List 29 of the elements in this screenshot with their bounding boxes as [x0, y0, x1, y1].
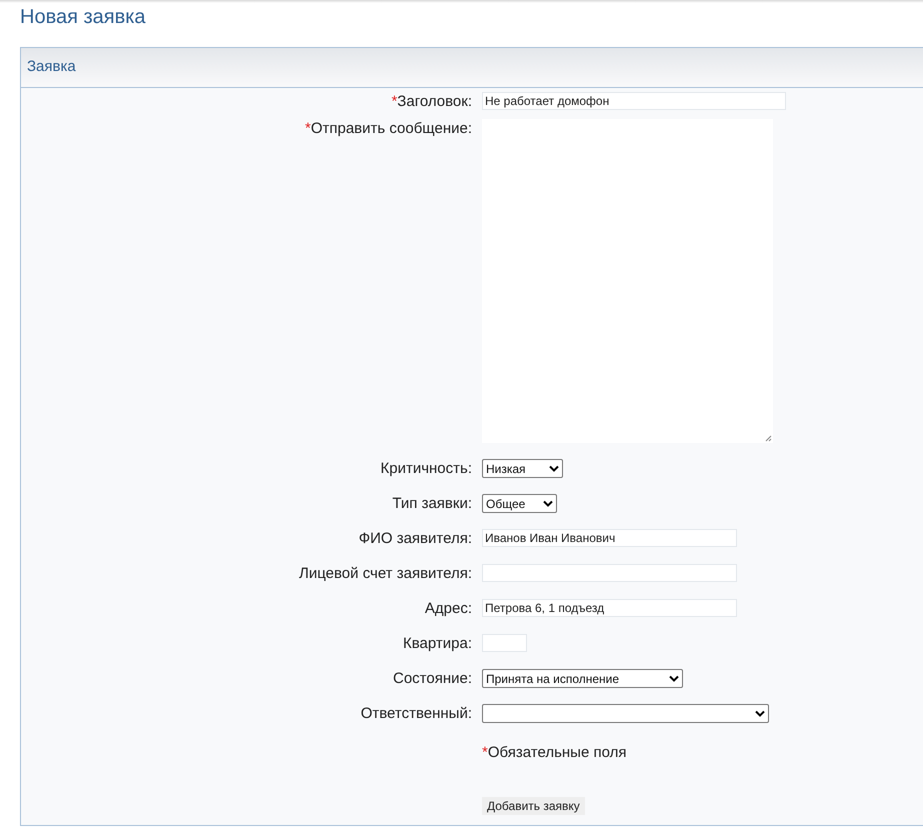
field-label: *Отправить сообщение: — [304, 120, 472, 138]
panel-title: Заявка — [27, 57, 76, 78]
text-field[interactable] — [482, 564, 737, 582]
resize-grip-icon — [765, 435, 772, 442]
text-field[interactable]: Петрова 6, 1 подъезд — [482, 599, 737, 617]
field-label: Ответственный: — [360, 705, 472, 723]
field-label: Лицевой счет заявителя: — [299, 565, 472, 583]
field-label: ФИО заявителя: — [358, 530, 472, 548]
field-label: *Заголовок: — [391, 93, 472, 111]
text-field[interactable] — [482, 634, 527, 652]
dropdown-select[interactable]: Принята на исполнение — [482, 669, 683, 688]
required-note: *Обязательные поля — [482, 744, 626, 761]
chevron-down-icon — [549, 465, 559, 472]
dropdown-select[interactable] — [482, 704, 769, 723]
page-title: Новая заявка — [20, 5, 146, 30]
dropdown-select[interactable]: Низкая — [482, 459, 563, 478]
chevron-down-icon — [755, 710, 765, 717]
chevron-down-icon — [543, 500, 553, 507]
field-label: Тип заявки: — [392, 495, 472, 513]
chevron-down-icon — [669, 675, 679, 682]
field-label: Критичность: — [380, 460, 472, 478]
add-request-button[interactable]: Добавить заявку — [482, 797, 585, 815]
field-label: Адрес: — [424, 600, 472, 618]
field-label: Квартира: — [403, 635, 472, 653]
dropdown-select[interactable]: Общее — [482, 494, 557, 513]
field-label: Состояние: — [392, 670, 472, 688]
message-textarea[interactable] — [482, 119, 773, 443]
text-field[interactable]: Не работает домофон — [482, 92, 786, 110]
text-field[interactable]: Иванов Иван Иванович — [482, 529, 737, 547]
